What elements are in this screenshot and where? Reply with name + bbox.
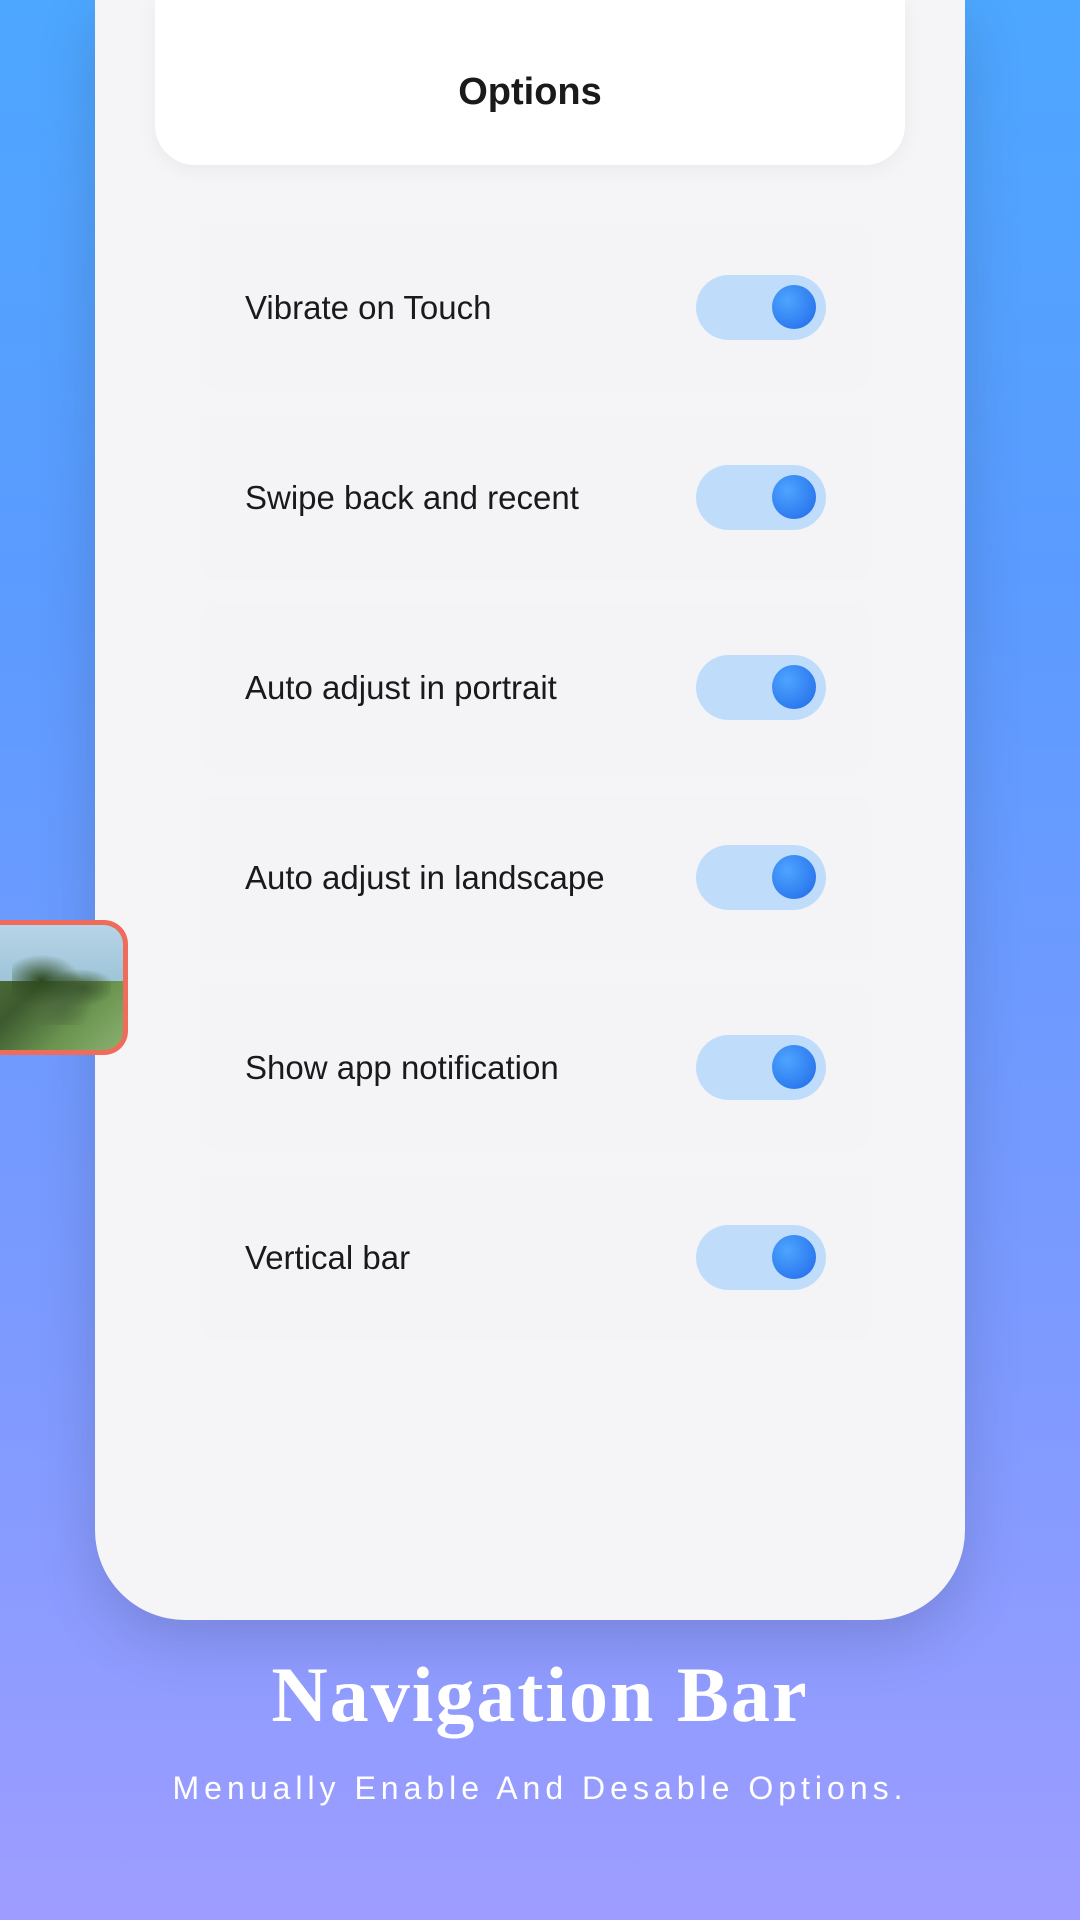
option-show-app-notification: Show app notification [200, 985, 871, 1150]
option-label: Vertical bar [245, 1239, 410, 1277]
option-auto-adjust-landscape: Auto adjust in landscape [200, 795, 871, 960]
option-label: Auto adjust in portrait [245, 669, 557, 707]
option-auto-adjust-portrait: Auto adjust in portrait [200, 605, 871, 770]
toggle-auto-adjust-landscape[interactable] [696, 845, 826, 910]
option-label: Show app notification [245, 1049, 559, 1087]
promo-subtitle: Menually Enable And Desable Options. [0, 1770, 1080, 1807]
toggle-knob [772, 475, 816, 519]
option-label: Auto adjust in landscape [245, 859, 605, 897]
options-list: Vibrate on Touch Swipe back and recent A… [148, 185, 912, 1395]
options-container: Vibrate on Touch Swipe back and recent A… [148, 185, 912, 1395]
toggle-knob [772, 855, 816, 899]
toggle-knob [772, 665, 816, 709]
toggle-vibrate-on-touch[interactable] [696, 275, 826, 340]
toggle-vertical-bar[interactable] [696, 1225, 826, 1290]
toggle-knob [772, 1235, 816, 1279]
option-vibrate-on-touch: Vibrate on Touch [200, 225, 871, 390]
option-swipe-back-and-recent: Swipe back and recent [200, 415, 871, 580]
option-label: Vibrate on Touch [245, 289, 491, 327]
option-vertical-bar: Vertical bar [200, 1175, 871, 1340]
toggle-auto-adjust-portrait[interactable] [696, 655, 826, 720]
toggle-knob [772, 285, 816, 329]
toggle-swipe-back-and-recent[interactable] [696, 465, 826, 530]
photo-thumbnail[interactable] [0, 920, 128, 1055]
option-label: Swipe back and recent [245, 479, 579, 517]
page-title: Options [458, 71, 602, 114]
header-card: Options [155, 0, 905, 165]
toggle-knob [772, 1045, 816, 1089]
toggle-show-app-notification[interactable] [696, 1035, 826, 1100]
promo-title: Navigation Bar [0, 1650, 1080, 1740]
